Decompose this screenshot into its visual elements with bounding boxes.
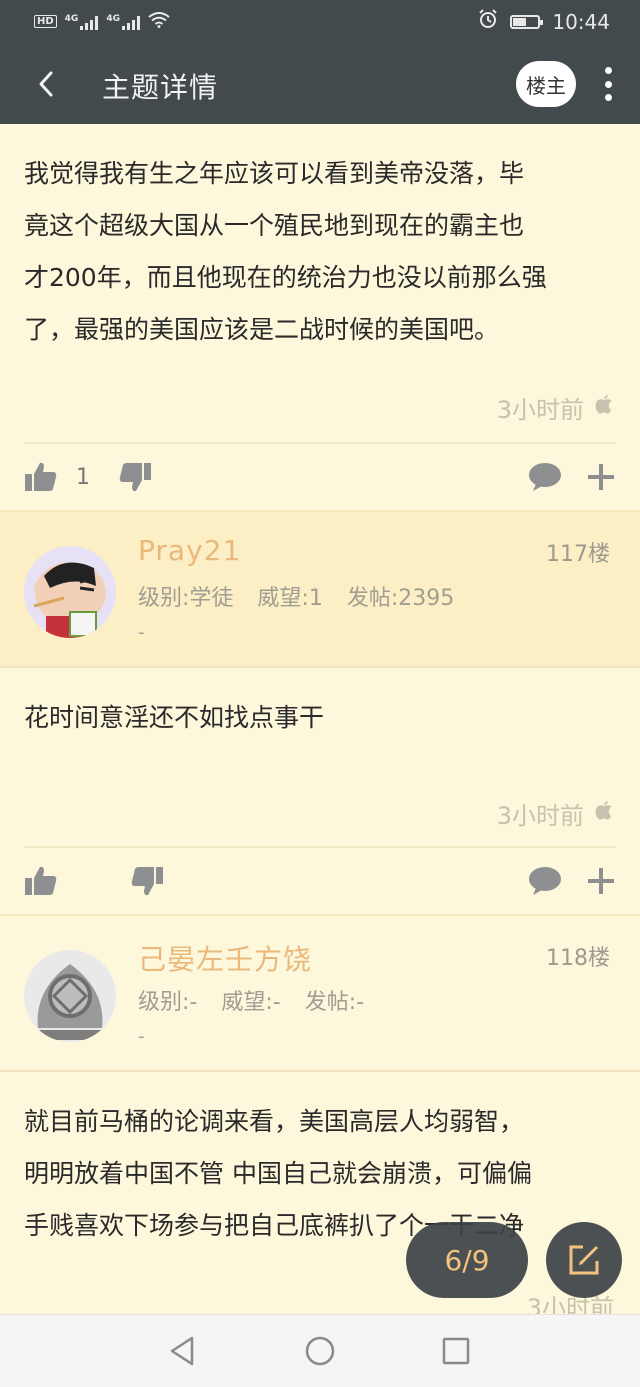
hd-indicator: HD <box>34 15 57 28</box>
post-time: 3小时前 <box>496 801 584 830</box>
thumbs-down-icon[interactable] <box>130 865 164 897</box>
nav-home-button[interactable] <box>300 1333 340 1369</box>
post-time: 3小时前 <box>496 395 584 424</box>
edit-icon <box>569 1245 599 1275</box>
app-header: 主题详情 楼主 <box>0 44 640 124</box>
user-prestige: 威望:- <box>221 990 281 1015</box>
back-arrow-icon <box>39 71 53 97</box>
avatar[interactable] <box>24 950 116 1042</box>
nav-recent-button[interactable] <box>436 1333 476 1369</box>
thread-content[interactable]: 我觉得我有生之年应该可以看到美帝没落，毕 竟这个超级大国从一个殖民地到现在的霸主… <box>0 124 640 1314</box>
user-post-count: 发帖:- <box>304 990 365 1015</box>
like-count: 1 <box>76 464 90 490</box>
apple-icon <box>594 393 614 421</box>
user-card[interactable]: Pray21 117楼 级别:学徒 威望:1 发帖:2395 - <box>0 510 640 668</box>
page-title: 主题详情 <box>102 71 219 104</box>
reply-button[interactable] <box>546 1222 622 1298</box>
nav-back-button[interactable] <box>162 1333 202 1369</box>
avatar[interactable] <box>24 546 116 638</box>
page-indicator-button[interactable]: 6/9 <box>406 1222 528 1298</box>
user-stats: 级别:- 威望:- 发帖:- <box>138 984 364 1016</box>
thumbs-up-icon[interactable] <box>24 865 58 897</box>
more-vertical-icon <box>604 67 612 74</box>
status-left: HD 4G 4G <box>34 12 170 31</box>
post-meta: 3小时前 <box>0 790 640 836</box>
plus-icon[interactable] <box>586 462 616 492</box>
post-body: 就目前马桶的论调来看，美国高层人均弱智， 明明放着中国不管 中国自己就会崩溃，可… <box>24 1107 532 1240</box>
back-button[interactable] <box>26 64 66 104</box>
post-body: 花时间意淫还不如找点事干 <box>24 703 325 732</box>
post-meta: 3小时前 <box>0 1282 640 1315</box>
triangle-back-icon <box>170 1336 194 1366</box>
system-nav-bar <box>0 1314 640 1387</box>
square-recent-icon <box>442 1337 470 1365</box>
signal-icon: 4G <box>65 14 99 30</box>
post-actions: 1 <box>0 444 640 510</box>
battery-icon <box>510 14 544 29</box>
plus-icon[interactable] <box>586 866 616 896</box>
op-only-button[interactable]: 楼主 <box>516 61 576 107</box>
floor-number: 118楼 <box>546 946 610 971</box>
user-prestige: 威望:1 <box>257 586 323 611</box>
username[interactable]: Pray21 <box>138 534 241 567</box>
user-card[interactable]: 己晏左壬方饶 118楼 级别:- 威望:- 发帖:- - <box>0 914 640 1072</box>
floor-number: 117楼 <box>546 542 610 567</box>
user-post-count: 发帖:2395 <box>346 586 455 611</box>
post-body: 我觉得我有生之年应该可以看到美帝没落，毕 竟这个超级大国从一个殖民地到现在的霸主… <box>24 159 547 344</box>
user-level: 级别:学徒 <box>138 586 234 611</box>
thumbs-up-icon[interactable] <box>24 461 58 493</box>
alarm-icon <box>478 9 498 34</box>
thumbs-down-icon[interactable] <box>118 461 152 493</box>
apple-icon <box>594 799 614 827</box>
user-signature: - <box>138 1026 145 1047</box>
status-right: 10:44 <box>478 9 610 34</box>
post-meta: 3小时前 <box>0 384 640 430</box>
status-bar: HD 4G 4G 10:44 <box>0 0 640 44</box>
user-signature: - <box>138 622 145 643</box>
username[interactable]: 己晏左壬方饶 <box>138 938 312 978</box>
post-actions <box>0 848 640 914</box>
clock: 10:44 <box>552 9 610 34</box>
comment-icon[interactable] <box>528 462 562 492</box>
more-options-button[interactable] <box>596 64 620 104</box>
circle-home-icon <box>305 1336 335 1366</box>
comment-icon[interactable] <box>528 866 562 896</box>
user-level: 级别:- <box>138 990 198 1015</box>
wifi-icon <box>148 12 170 31</box>
user-stats: 级别:学徒 威望:1 发帖:2395 <box>138 580 454 612</box>
signal-icon-2: 4G <box>106 14 140 30</box>
